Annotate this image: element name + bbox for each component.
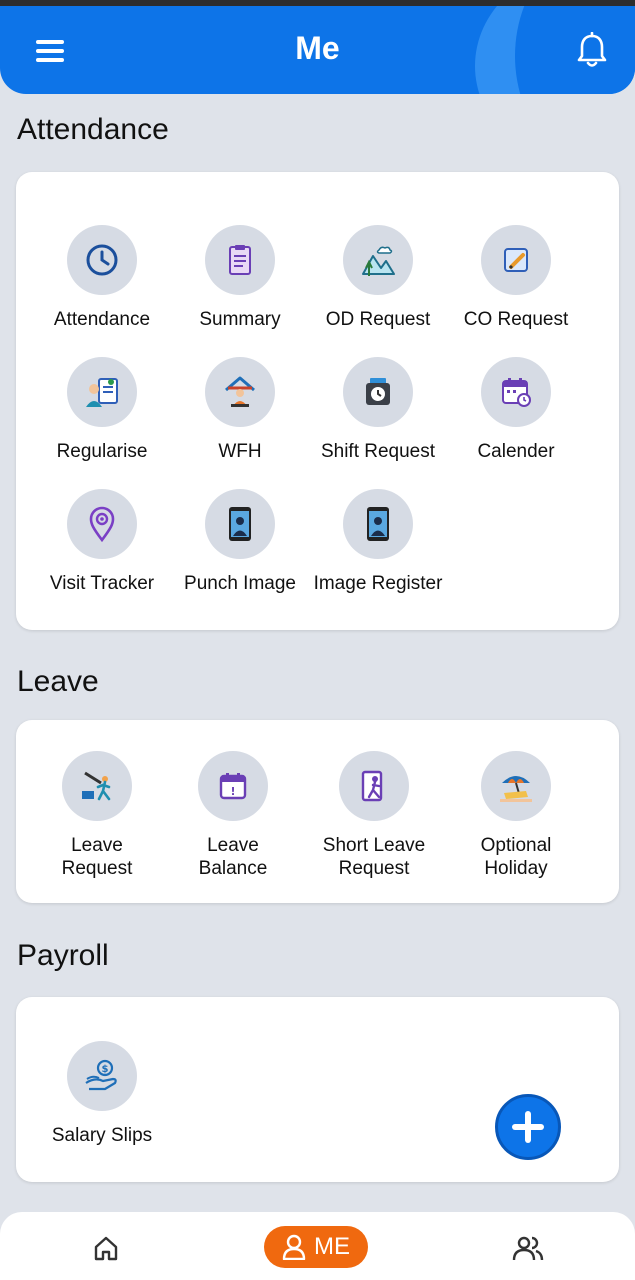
bottom-navigation: ME — [0, 1212, 635, 1280]
salary-hand-icon: $ — [85, 1059, 117, 1091]
leave-balance-icon: ! — [219, 773, 247, 800]
location-pin-icon — [89, 506, 115, 542]
phone-selfie-icon — [367, 507, 389, 541]
user-icon — [282, 1234, 306, 1260]
app-header: Me — [0, 6, 635, 94]
plus-icon — [512, 1111, 544, 1143]
tile-regularise[interactable]: Regularise — [32, 357, 172, 463]
bell-icon[interactable] — [575, 32, 609, 70]
regularise-icon — [86, 378, 118, 407]
section-title-payroll: Payroll — [17, 939, 109, 972]
home-office-icon — [225, 376, 255, 407]
clock-icon — [86, 244, 118, 276]
tile-short-leave-request[interactable]: Short Leave Request — [304, 751, 444, 880]
shift-clock-icon — [366, 378, 390, 405]
outdoor-icon — [362, 246, 395, 276]
phone-selfie-icon — [229, 507, 251, 541]
tile-punch-image[interactable]: Punch Image — [170, 489, 310, 595]
tile-visit-tracker[interactable]: Visit Tracker — [32, 489, 172, 595]
tile-calender[interactable]: Calender — [446, 357, 586, 463]
tile-attendance[interactable]: Attendance — [32, 225, 172, 331]
add-button[interactable] — [495, 1094, 561, 1160]
compoff-icon — [504, 248, 528, 272]
leave-request-icon — [82, 771, 111, 801]
tile-image-register[interactable]: Image Register — [308, 489, 448, 595]
tile-od-request[interactable]: OD Request — [308, 225, 448, 331]
tile-leave-balance[interactable]: ! Leave Balance — [163, 751, 303, 880]
svg-text:$: $ — [102, 1064, 109, 1075]
me-tab-label: ME — [314, 1233, 350, 1260]
page-title: Me — [295, 30, 340, 66]
tile-shift-request[interactable]: Shift Request — [308, 357, 448, 463]
clipboard-icon — [229, 245, 251, 275]
short-leave-icon — [361, 770, 383, 802]
tile-summary[interactable]: Summary — [170, 225, 310, 331]
calendar-icon — [502, 378, 531, 407]
tile-salary-slips[interactable]: $ Salary Slips — [32, 1041, 172, 1147]
section-title-attendance: Attendance — [17, 113, 169, 146]
team-icon[interactable] — [512, 1234, 544, 1262]
home-icon[interactable] — [92, 1234, 120, 1262]
svg-text:!: ! — [230, 785, 235, 798]
beach-umbrella-icon — [500, 776, 532, 802]
section-title-leave: Leave — [17, 665, 99, 698]
tile-co-request[interactable]: CO Request — [446, 225, 586, 331]
tile-optional-holiday[interactable]: Optional Holiday — [446, 751, 586, 880]
attendance-card: Attendance Summary OD Request CO Request… — [16, 172, 619, 630]
me-tab-button[interactable]: ME — [264, 1226, 368, 1268]
leave-card: Leave Request ! Leave Balance Short Leave R… — [16, 720, 619, 903]
tile-leave-request[interactable]: Leave Request — [27, 751, 167, 880]
tile-wfh[interactable]: WFH — [170, 357, 310, 463]
